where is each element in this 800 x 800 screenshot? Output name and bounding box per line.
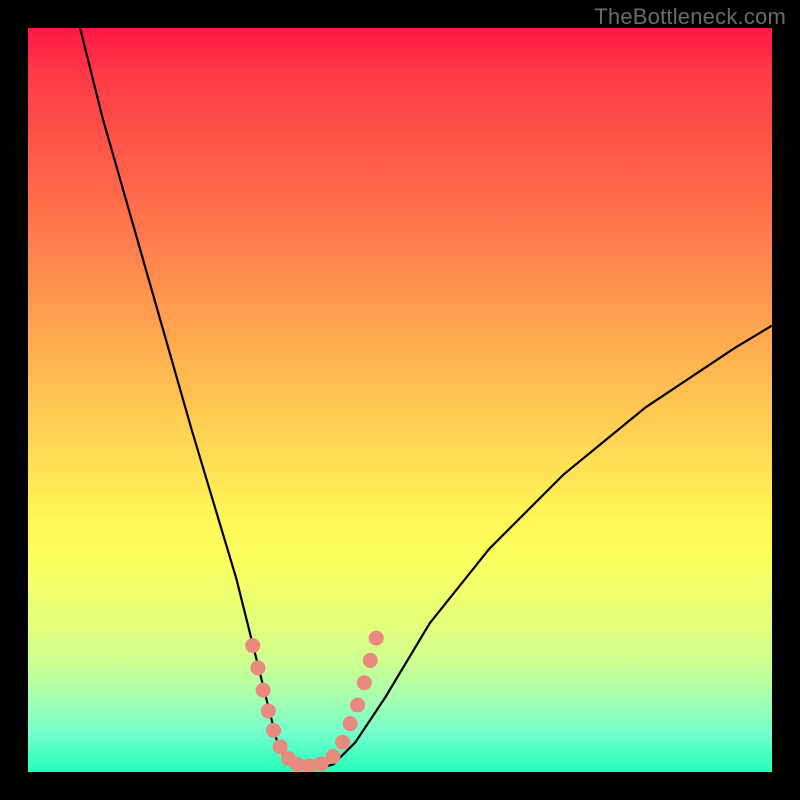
threshold-dot [363, 653, 378, 668]
threshold-dot [326, 749, 341, 764]
threshold-dot [369, 631, 384, 646]
threshold-dot [266, 723, 281, 738]
plot-area [28, 28, 772, 772]
threshold-dot [261, 703, 276, 718]
threshold-dot [245, 638, 260, 653]
threshold-dot [256, 683, 271, 698]
threshold-dot [357, 675, 372, 690]
bottleneck-curve [80, 28, 772, 768]
chart-svg [28, 28, 772, 772]
threshold-dot [250, 660, 265, 675]
threshold-dot [343, 716, 358, 731]
threshold-dot [335, 735, 350, 750]
threshold-dot [350, 698, 365, 713]
